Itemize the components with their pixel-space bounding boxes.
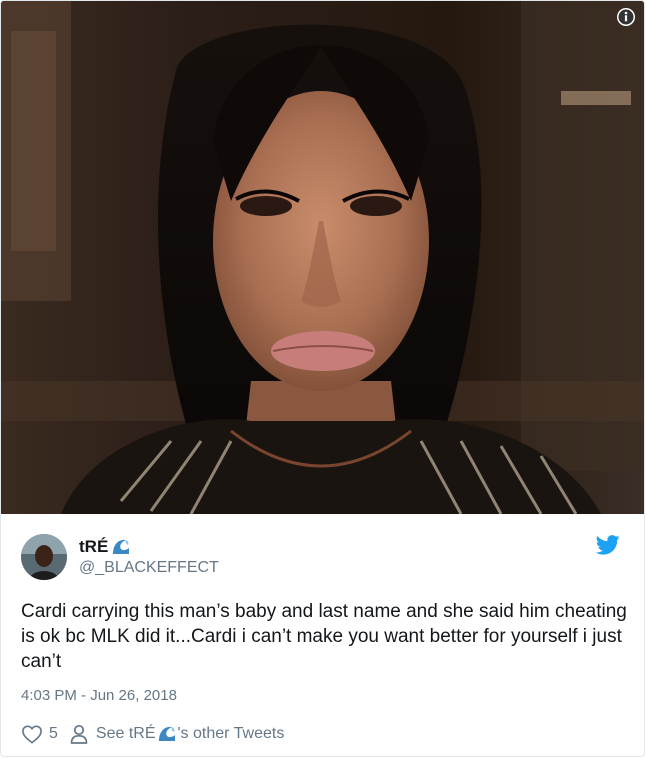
portrait-image	[1, 1, 644, 514]
tweet-header: tRÉ @_BLACKEFFECT	[21, 532, 626, 582]
water-wave-emoji	[111, 538, 132, 556]
embedded-tweet-card: tRÉ @_BLACKEFFECT Cardi carrying this ma…	[0, 0, 645, 757]
author-handle[interactable]: @_BLACKEFFECT	[79, 559, 219, 577]
tweet-actions: 5 See tRÉ 's other Tweets	[21, 722, 284, 746]
tweet-photo[interactable]	[1, 1, 644, 514]
person-icon	[70, 724, 88, 744]
see-other-tweets-link[interactable]: See tRÉ 's other Tweets	[70, 724, 284, 744]
like-button[interactable]: 5	[21, 724, 70, 744]
twitter-bird-icon[interactable]	[596, 534, 620, 556]
display-name-text: tRÉ	[79, 537, 109, 556]
avatar-photo	[21, 534, 67, 580]
other-tweets-prefix: See tRÉ	[95, 725, 156, 742]
author-names: tRÉ @_BLACKEFFECT	[79, 537, 219, 577]
info-icon[interactable]	[616, 7, 636, 27]
tweet-timestamp[interactable]: 4:03 PM - Jun 26, 2018	[21, 687, 177, 704]
avatar[interactable]	[21, 534, 67, 580]
tweet-text: Cardi carrying this man’s baby and last …	[21, 601, 627, 672]
author-display-name[interactable]: tRÉ	[79, 537, 219, 557]
other-tweets-suffix: 's other Tweets	[177, 725, 285, 742]
water-wave-emoji	[156, 725, 177, 743]
heart-icon	[22, 725, 42, 744]
like-count: 5	[49, 725, 58, 742]
